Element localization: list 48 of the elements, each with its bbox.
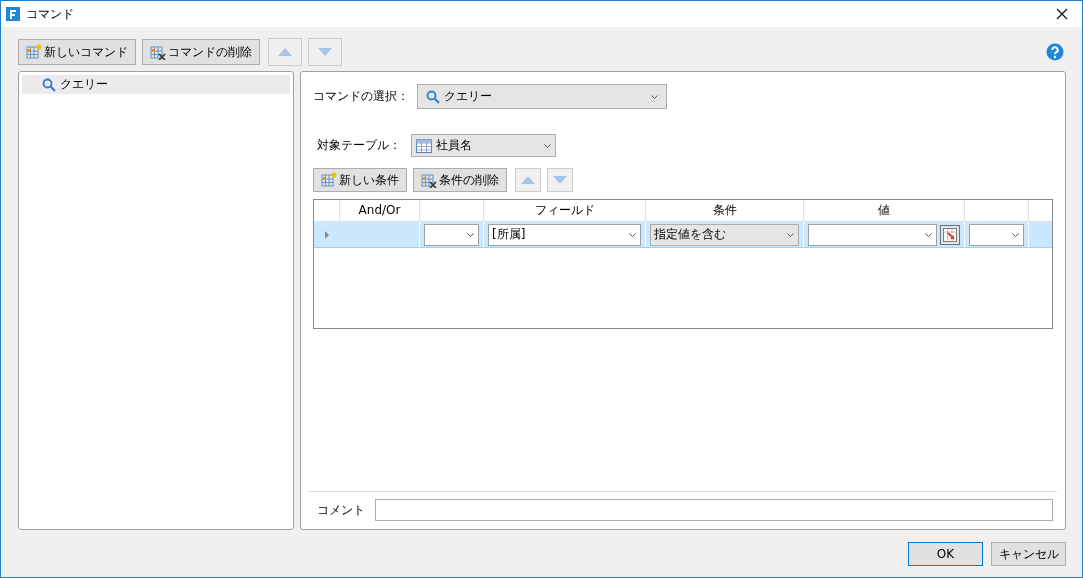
close-icon [1056,8,1068,20]
caret-icon [651,94,658,99]
condition-row[interactable]: [所属] 指定値を含む [314,222,1052,248]
caret-icon [787,232,794,237]
caret-icon [544,143,551,148]
down-triangle-icon [318,48,332,56]
row-pointer-icon [324,230,329,239]
down-triangle-icon [553,176,567,184]
delete-command-button[interactable]: コマンドの削除 [142,39,260,65]
delete-grid-icon [150,44,166,60]
cancel-button[interactable]: キャンセル [991,542,1066,566]
caret-icon [1012,232,1019,237]
ok-button[interactable]: OK [908,542,983,566]
column-header: And/Or [340,200,420,221]
help-icon[interactable] [1046,43,1064,61]
command-select-label: コマンドの選択： [313,88,409,105]
command-dropdown[interactable]: クエリー [417,84,667,109]
combo-field[interactable] [808,223,937,246]
up-triangle-icon [278,48,292,56]
new-grid-icon [26,44,42,60]
delete-condition-button[interactable]: 条件の削除 [413,168,507,192]
table-arrow-icon [943,227,957,242]
up-triangle-icon [521,176,535,184]
caret-icon [467,232,474,237]
condition-dropdown[interactable]: 指定値を含む [650,223,799,246]
comment-label: コメント [317,501,365,519]
column-header: フィールド [484,200,646,221]
column-header: 値 [804,200,965,221]
delete-grid-icon [421,172,437,188]
window-title: コマンド [26,5,74,23]
search-icon [426,89,440,104]
caret-icon [629,232,636,237]
new-command-button[interactable]: 新しいコマンド [18,39,136,65]
caret-icon [925,232,932,237]
picker-button[interactable] [940,224,960,245]
column-header: 条件 [646,200,804,221]
search-icon [42,77,56,92]
target-table-label: 対象テーブル： [317,137,401,154]
app-icon [6,7,20,21]
new-condition-button[interactable]: 新しい条件 [313,168,407,192]
combo-field[interactable] [424,223,479,246]
comment-field[interactable] [375,499,1053,521]
combo-field[interactable]: [所属] [488,223,641,246]
table-icon [416,138,432,153]
combo-field[interactable] [969,223,1024,246]
new-grid-icon [321,172,337,188]
target-table-dropdown[interactable]: 社員名 [411,134,556,157]
command-list-item[interactable]: クエリー [22,75,290,94]
